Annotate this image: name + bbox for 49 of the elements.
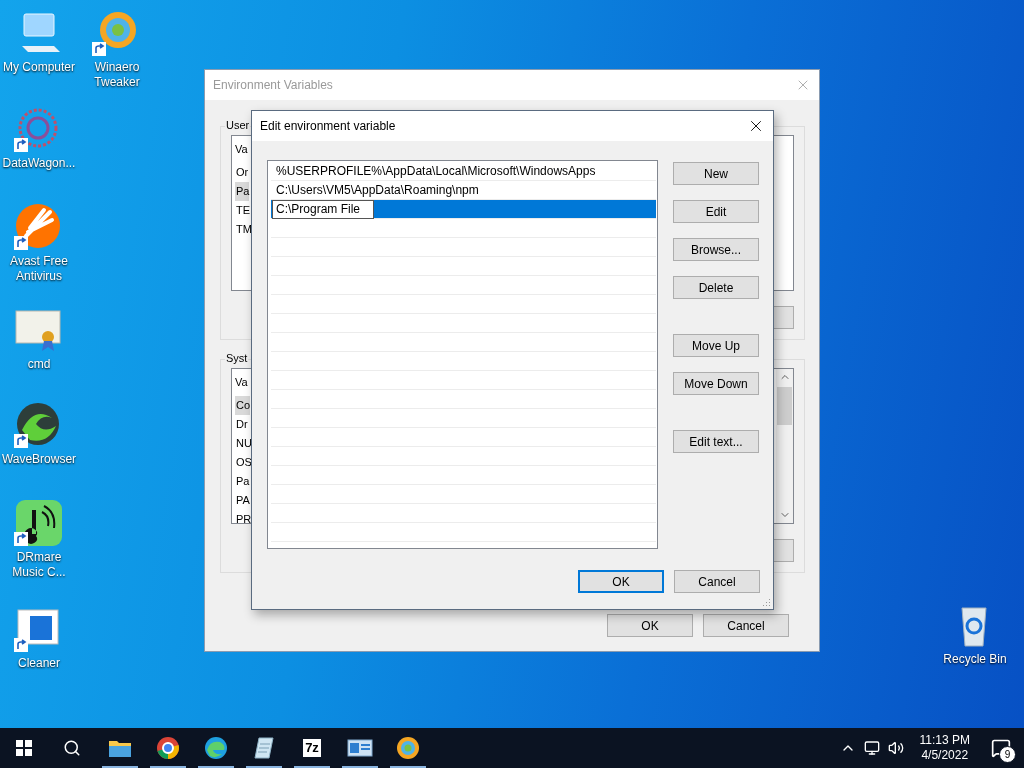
dialog-button[interactable]: Cancel (703, 614, 789, 637)
group-label: Syst (225, 352, 249, 364)
folder-icon (108, 738, 132, 758)
dialog-button[interactable]: Move Up (673, 334, 759, 357)
resize-grip-icon[interactable] (761, 597, 771, 607)
dialog-button[interactable]: OK (578, 570, 664, 593)
dialog-button[interactable]: Move Down (673, 372, 759, 395)
scrollbar-thumb[interactable] (777, 387, 792, 425)
edge-icon (204, 736, 228, 760)
dialog-button[interactable]: Edit text... (673, 430, 759, 453)
window-title: Environment Variables (213, 78, 333, 92)
variable-row[interactable]: PA (235, 491, 250, 510)
windows-icon (16, 740, 32, 756)
column-header[interactable]: Va (235, 140, 248, 159)
swirl-icon (396, 736, 420, 760)
dialog-button[interactable]: Edit (673, 200, 759, 223)
scrollbar[interactable] (776, 369, 793, 523)
volume-icon[interactable] (887, 740, 904, 756)
column-header[interactable]: Va (235, 373, 248, 392)
variable-row[interactable]: Dr (235, 415, 248, 434)
variable-row[interactable]: Or (235, 163, 249, 182)
control-panel-icon (347, 738, 373, 758)
search-icon (63, 739, 81, 757)
variable-row[interactable]: TM (235, 220, 252, 239)
dialog-button[interactable]: New (673, 162, 759, 185)
dialog-button[interactable]: Cancel (674, 570, 760, 593)
notepad-icon (253, 736, 275, 760)
notifications-button[interactable]: 9 (986, 733, 1016, 763)
path-row[interactable]: C:\Program File (271, 200, 656, 219)
dialog-button[interactable]: Delete (673, 276, 759, 299)
network-icon[interactable] (863, 740, 880, 756)
notification-count: 9 (999, 746, 1016, 763)
variable-row[interactable]: OS (235, 453, 252, 472)
group-label: User (225, 119, 251, 131)
dialog-button[interactable]: OK (607, 614, 693, 637)
dialog-title: Edit environment variable (260, 119, 396, 133)
variable-row[interactable]: Co (235, 396, 251, 415)
chrome-icon (156, 736, 180, 760)
dialog-button[interactable]: Browse... (673, 238, 759, 261)
variable-row[interactable]: TE (235, 201, 251, 220)
clock[interactable]: 11:13 PM 4/5/2022 (911, 733, 978, 763)
variable-row[interactable]: NU (235, 434, 252, 453)
variable-row[interactable]: PR (235, 510, 252, 529)
archiver-icon: 7z (303, 739, 321, 757)
taskbar-app-button[interactable]: 7z (288, 728, 336, 768)
desktop-icon-label[interactable]: Recycle Bin (943, 652, 1007, 667)
variable-row[interactable]: Pa (235, 472, 250, 491)
variable-row[interactable]: Pa (235, 182, 250, 201)
path-row[interactable]: %USERPROFILE%\AppData\Local\Microsoft\WindowsApps (271, 162, 656, 181)
